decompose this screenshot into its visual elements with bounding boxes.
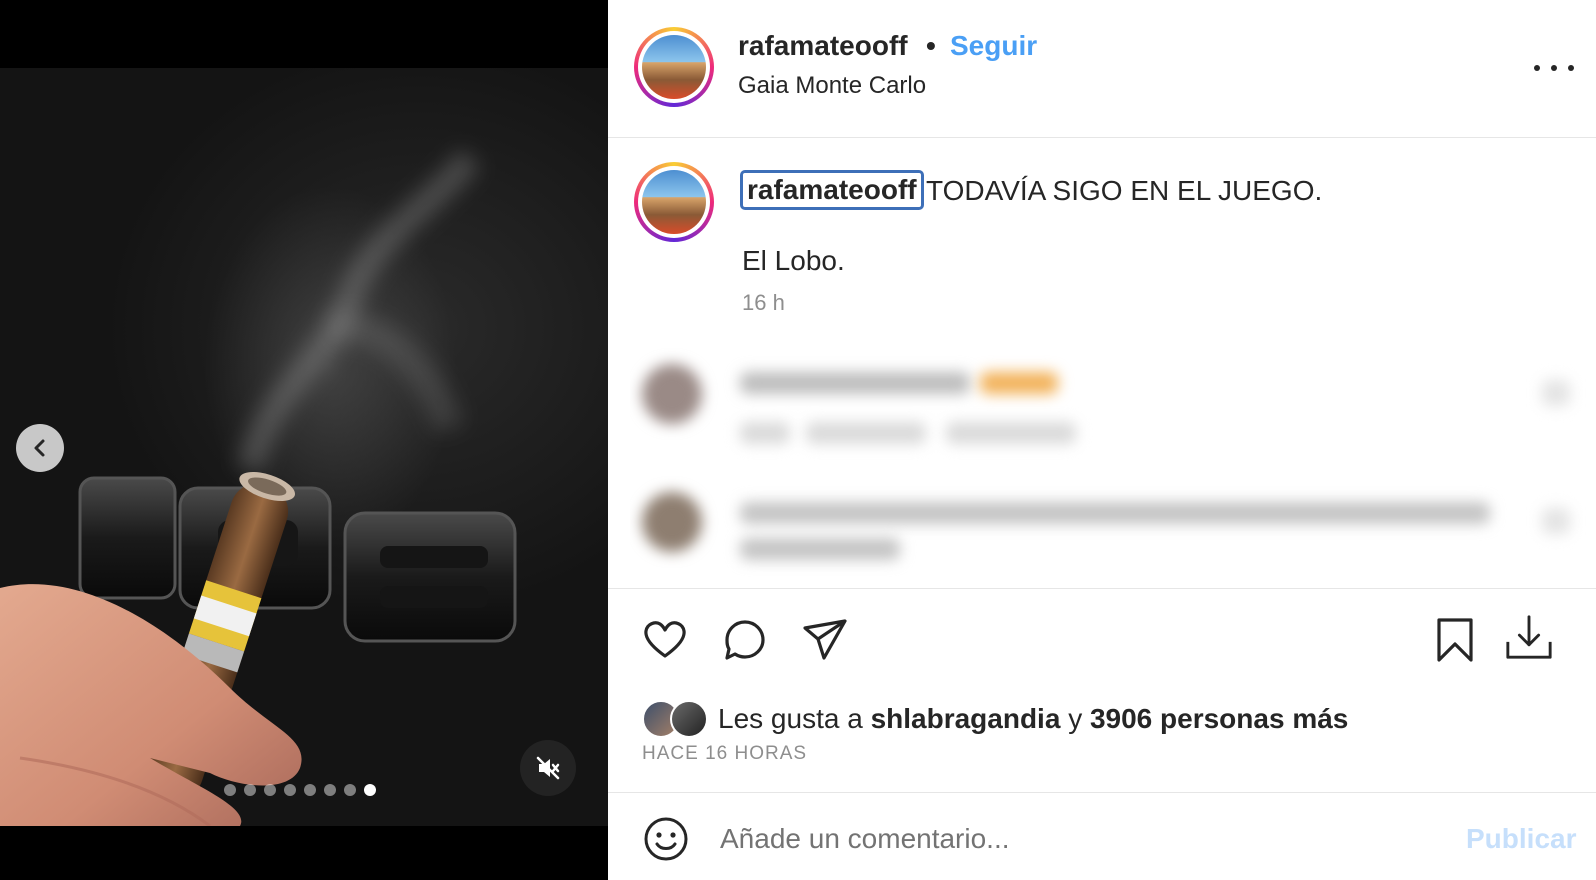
add-comment-form: Publicar bbox=[608, 792, 1596, 880]
caption-author-avatar[interactable] bbox=[634, 162, 714, 242]
bookmark-icon bbox=[1437, 618, 1473, 662]
post-header: rafamateooff • Seguir Gaia Monte Carlo bbox=[608, 0, 1596, 138]
caption-timestamp[interactable]: 16 h bbox=[742, 290, 785, 316]
caption-signature: El Lobo. bbox=[742, 245, 845, 276]
post-video[interactable] bbox=[0, 68, 608, 826]
commenter-avatar bbox=[642, 492, 702, 552]
author-avatar[interactable] bbox=[634, 27, 714, 107]
comment-row-blurred bbox=[642, 492, 702, 552]
comment-row-blurred bbox=[642, 364, 702, 424]
emblem-three-shape bbox=[343, 511, 517, 643]
download-button[interactable] bbox=[1504, 613, 1554, 663]
slide-dot-active bbox=[364, 784, 376, 796]
paper-plane-icon bbox=[803, 619, 847, 660]
comment-button[interactable] bbox=[720, 615, 770, 665]
comment-input[interactable] bbox=[720, 815, 1420, 863]
commenter-avatar bbox=[642, 364, 702, 424]
likes-joiner: y bbox=[1068, 703, 1083, 734]
slide-dot bbox=[324, 784, 336, 796]
comment-icon bbox=[725, 620, 765, 660]
avatar-image bbox=[642, 170, 706, 234]
chevron-left-icon bbox=[34, 439, 45, 457]
comments-list bbox=[630, 338, 1596, 588]
caption-username-link[interactable]: rafamateooff bbox=[740, 170, 924, 210]
download-icon bbox=[1506, 615, 1552, 659]
save-button[interactable] bbox=[1430, 615, 1480, 665]
emblem-letter-shape bbox=[78, 476, 177, 600]
slide-dot bbox=[304, 784, 316, 796]
slide-dot bbox=[264, 784, 276, 796]
media-pane bbox=[0, 0, 608, 880]
slide-dot bbox=[224, 784, 236, 796]
more-options-icon[interactable] bbox=[1534, 56, 1574, 80]
slide-dot bbox=[284, 784, 296, 796]
post-details-panel: rafamateooff • Seguir Gaia Monte Carlo r… bbox=[608, 0, 1596, 880]
liker-avatar[interactable] bbox=[670, 700, 708, 738]
location-link[interactable]: Gaia Monte Carlo bbox=[738, 72, 926, 100]
video-frame-illustration bbox=[0, 149, 517, 826]
post-time-ago[interactable]: HACE 16 HORAS bbox=[642, 743, 807, 765]
publish-button[interactable]: Publicar bbox=[1466, 823, 1576, 855]
instagram-post-view: rafamateooff • Seguir Gaia Monte Carlo r… bbox=[0, 0, 1596, 880]
emoji-button[interactable] bbox=[642, 815, 690, 863]
speaker-muted-icon bbox=[536, 756, 560, 780]
liker-username-link[interactable]: shlabragandia bbox=[871, 703, 1061, 735]
mute-toggle-button[interactable] bbox=[520, 740, 576, 796]
previous-slide-button[interactable] bbox=[16, 424, 64, 472]
avatar-image bbox=[642, 35, 706, 99]
like-button[interactable] bbox=[640, 615, 690, 665]
author-username-link[interactable]: rafamateooff bbox=[738, 30, 908, 62]
post-caption: rafamateooff TODAVÍA SIGO EN EL JUEGO. E… bbox=[608, 138, 1596, 338]
caption-text: TODAVÍA SIGO EN EL JUEGO. bbox=[926, 175, 1323, 206]
slide-indicator bbox=[224, 784, 376, 796]
likes-summary: Les gusta a shlabragandia y 3906 persona… bbox=[642, 699, 1348, 739]
likes-count-link[interactable]: 3906 personas más bbox=[1090, 703, 1348, 735]
slide-dot bbox=[244, 784, 256, 796]
emoji-icon bbox=[644, 817, 688, 861]
separator-dot: • bbox=[926, 30, 936, 61]
post-actions: Les gusta a shlabragandia y 3906 persona… bbox=[608, 588, 1596, 792]
follow-button[interactable]: Seguir bbox=[950, 30, 1037, 62]
slide-dot bbox=[344, 784, 356, 796]
share-button[interactable] bbox=[800, 615, 850, 665]
likes-prefix: Les gusta a bbox=[718, 703, 863, 734]
heart-icon bbox=[644, 621, 686, 658]
